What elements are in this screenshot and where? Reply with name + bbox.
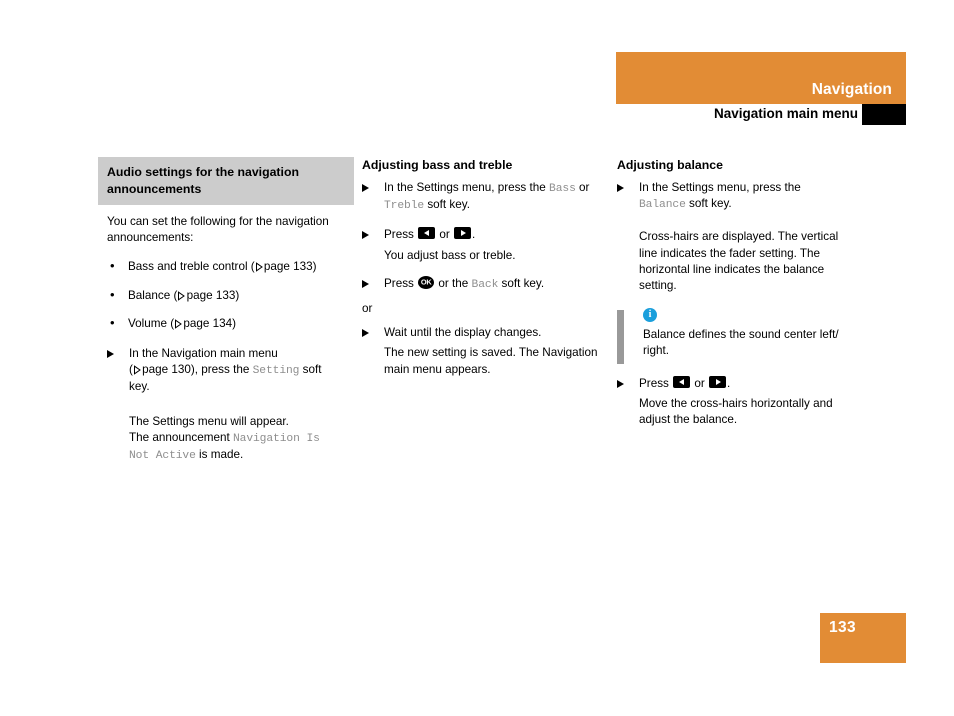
step-result-block: You adjust bass or treble. xyxy=(362,248,600,264)
page-ref-triangle-icon xyxy=(255,262,263,273)
info-icon-letter: i xyxy=(648,309,652,321)
note-accent-bar xyxy=(617,310,624,365)
arrow-right-key-icon xyxy=(454,227,472,240)
page-number: 133 xyxy=(829,619,857,636)
step-text-post: soft key. xyxy=(424,198,470,212)
softkey-back-label: Back xyxy=(471,278,499,291)
list-item-label: Balance ( xyxy=(128,288,178,302)
step-text-line1: In the Navigation main menu xyxy=(129,347,278,361)
audio-settings-list: Bass and treble control ( page 133) Bala… xyxy=(107,258,345,332)
header-orange-band: Navigation xyxy=(616,52,906,104)
step-text-mid: or the xyxy=(438,276,472,290)
step-triangle-icon xyxy=(362,279,369,288)
ok-key-icon: OK xyxy=(418,275,435,289)
page-ref-triangle-icon xyxy=(133,365,141,375)
result-text: Cross-hairs are displayed. The vertical … xyxy=(639,230,839,293)
column-right: Adjusting balance In the Settings menu, … xyxy=(617,157,855,440)
note-text: Balance defines the sound center left/ r… xyxy=(643,328,839,358)
or-label: or xyxy=(362,302,373,316)
step-text-post: soft key. xyxy=(498,276,545,290)
step-triangle-icon xyxy=(107,350,114,359)
list-item-pageref: page 133) xyxy=(260,260,317,274)
step-text-or: or xyxy=(439,228,450,242)
result-text: You adjust bass or treble. xyxy=(384,248,516,262)
procedure-step: In the Settings menu, press the Bass or … xyxy=(362,180,600,214)
result-text: Move the cross-hairs horizontally and ad… xyxy=(639,396,833,427)
header-subband: Navigation main menu xyxy=(616,104,906,126)
step-text-pageref: page 130), press the xyxy=(138,363,253,377)
step-text-post: soft key. xyxy=(685,197,732,211)
softkey-bass-label: Bass xyxy=(549,183,576,195)
step-triangle-icon xyxy=(617,379,624,388)
procedure-step: Press or . xyxy=(362,227,600,243)
step-text-period: . xyxy=(727,376,731,390)
list-item-pageref: page 133) xyxy=(183,288,240,302)
arrow-right-key-icon xyxy=(709,375,727,388)
procedure-step: Press OK or the Back soft key. xyxy=(362,275,600,293)
list-item-label: Volume ( xyxy=(128,316,175,330)
alternative-separator: or xyxy=(362,301,600,317)
step-text-press: Press xyxy=(384,228,414,242)
left-section-heading: Audio settings for the navigation announ… xyxy=(98,157,354,205)
step-result-block: The Settings menu will appear. The annou… xyxy=(107,414,345,465)
list-item-pageref: page 134) xyxy=(180,316,237,330)
column-middle: Adjusting bass and treble In the Setting… xyxy=(362,157,600,390)
step-text-pre: In the Settings menu, press the xyxy=(639,181,801,194)
procedure-step: In the Settings menu, press the Balance … xyxy=(617,180,855,213)
list-item-label: Bass and treble control ( xyxy=(128,260,255,274)
step-text-or: or xyxy=(694,376,705,390)
softkey-treble-label: Treble xyxy=(384,200,425,213)
middle-section-heading: Adjusting bass and treble xyxy=(362,158,513,172)
left-intro-paragraph: You can set the following for the naviga… xyxy=(107,215,329,245)
softkey-setting-label: Setting xyxy=(252,365,300,378)
step-result-block: Cross-hairs are displayed. The vertical … xyxy=(617,229,855,294)
result-line-2-post: is made. xyxy=(195,448,244,462)
list-item: Balance ( page 133) xyxy=(107,287,345,304)
step-result-block: Move the cross-hairs horizontally and ad… xyxy=(617,396,855,428)
step-result-block: The new setting is saved. The Navigation… xyxy=(362,345,600,377)
list-item: Volume ( page 134) xyxy=(107,315,345,332)
column-left: Audio settings for the navigation announ… xyxy=(98,157,354,476)
step-text-pre: In the Settings menu, press the xyxy=(384,181,550,194)
ok-key-label: OK xyxy=(420,277,432,287)
arrow-left-key-icon xyxy=(418,227,436,240)
arrow-left-key-icon xyxy=(673,375,691,388)
step-triangle-icon xyxy=(362,329,369,338)
list-item: Bass and treble control ( page 133) xyxy=(107,258,345,275)
info-icon: i xyxy=(643,308,657,323)
softkey-balance-label: Balance xyxy=(639,199,686,212)
page-ref-triangle-icon xyxy=(177,290,186,301)
right-section-heading: Adjusting balance xyxy=(617,158,723,172)
chapter-thumb-tab xyxy=(862,104,906,125)
chapter-title: Navigation xyxy=(811,81,892,98)
step-text-press: Press xyxy=(384,276,414,290)
step-triangle-icon xyxy=(617,184,624,192)
step-triangle-icon xyxy=(362,231,369,240)
step-text-period: . xyxy=(472,228,476,242)
page-number-box: 133 xyxy=(820,613,906,663)
result-line-1: The Settings menu will appear. xyxy=(129,414,289,428)
section-title: Navigation main menu xyxy=(713,106,858,121)
result-line-2-pre: The announcement xyxy=(129,430,233,444)
procedure-step: Press or . xyxy=(617,375,855,392)
procedure-step: In the Navigation main menu ( page 130),… xyxy=(107,346,345,396)
info-note: i Balance defines the sound center left/… xyxy=(617,308,855,365)
step-text: Wait until the display changes. xyxy=(384,326,542,340)
step-text-press: Press xyxy=(639,376,669,390)
result-text: The new setting is saved. The Navigation… xyxy=(384,346,598,376)
procedure-step: Wait until the display changes. xyxy=(362,325,600,341)
step-triangle-icon xyxy=(362,184,369,192)
step-text-mid: or xyxy=(575,181,590,194)
page-ref-triangle-icon xyxy=(174,319,183,329)
